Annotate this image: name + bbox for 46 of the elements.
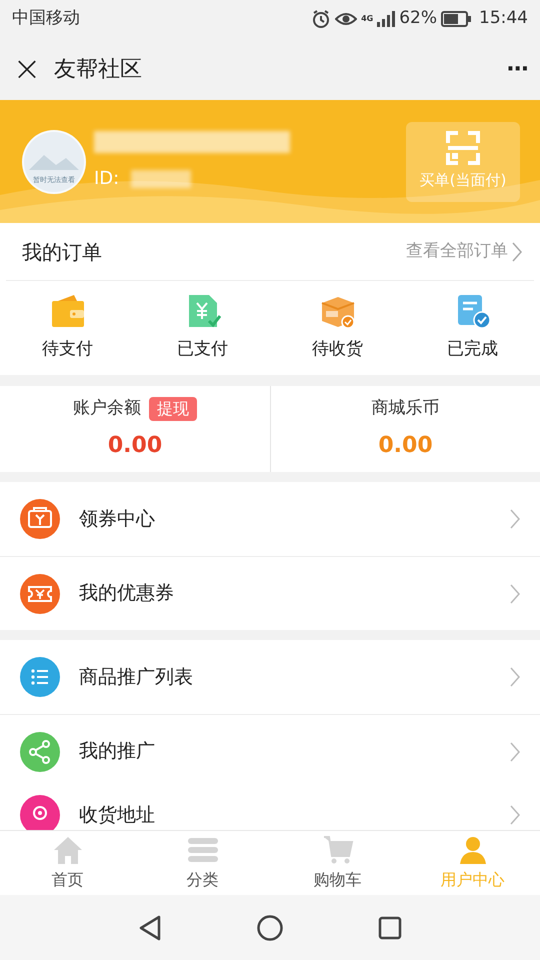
menu-item[interactable]: 我的优惠券: [0, 556, 540, 630]
network-type: 4G: [361, 15, 374, 23]
chevron-right-icon: [510, 742, 520, 762]
battery-icon: [441, 11, 471, 27]
chevron-right-icon: [510, 805, 520, 825]
home-icon: [52, 834, 84, 866]
chevron-right-icon: [510, 667, 520, 687]
account-value: 0.00: [378, 432, 433, 460]
home-circle-icon: [257, 914, 283, 940]
clock-time: 15:44: [479, 7, 528, 30]
battery-percent: 62%: [399, 7, 437, 30]
scan-icon: [446, 131, 480, 166]
id-label: ID:: [94, 167, 120, 191]
cart-icon: [322, 834, 354, 866]
order-status-button[interactable]: 待收货: [270, 281, 405, 375]
section-title: 我的订单: [22, 238, 102, 266]
order-status-button[interactable]: 已完成: [405, 281, 540, 375]
order-status-button[interactable]: 待支付: [0, 281, 135, 375]
menu-item[interactable]: 商品推广列表: [0, 640, 540, 714]
chevron-right-icon: [512, 242, 522, 262]
account-label: 商城乐币: [372, 396, 440, 420]
signal-icon: [377, 11, 396, 27]
menu-label: 我的推广: [79, 739, 155, 764]
menu-label: 领券中心: [79, 506, 155, 532]
eye-icon: [335, 11, 358, 27]
close-button[interactable]: ×: [12, 52, 42, 86]
more-button[interactable]: ···: [506, 52, 528, 86]
account-value: 0.00: [108, 432, 162, 460]
menu-item[interactable]: 领券中心: [0, 482, 540, 556]
tab-button[interactable]: 分类: [135, 831, 270, 895]
recents-icon: [378, 916, 402, 940]
page-title: 友帮社区: [54, 56, 142, 84]
chevron-right-icon: [510, 584, 520, 604]
back-icon: [138, 914, 162, 940]
menu-label: 收货地址: [79, 802, 155, 828]
menu-label: 商品推广列表: [79, 664, 193, 690]
blurred-id: [131, 170, 192, 188]
alarm-icon: [311, 9, 332, 29]
menu-label: 我的优惠券: [79, 581, 174, 606]
tab-button[interactable]: 首页: [0, 831, 135, 895]
chevron-right-icon: [510, 509, 520, 529]
carrier-name: 中国移动: [12, 7, 80, 30]
order-status-button[interactable]: 已支付: [135, 281, 270, 375]
wallet-icon: [50, 293, 86, 330]
account-label: 账户余额: [73, 396, 141, 420]
tab-button[interactable]: 购物车: [270, 831, 405, 895]
